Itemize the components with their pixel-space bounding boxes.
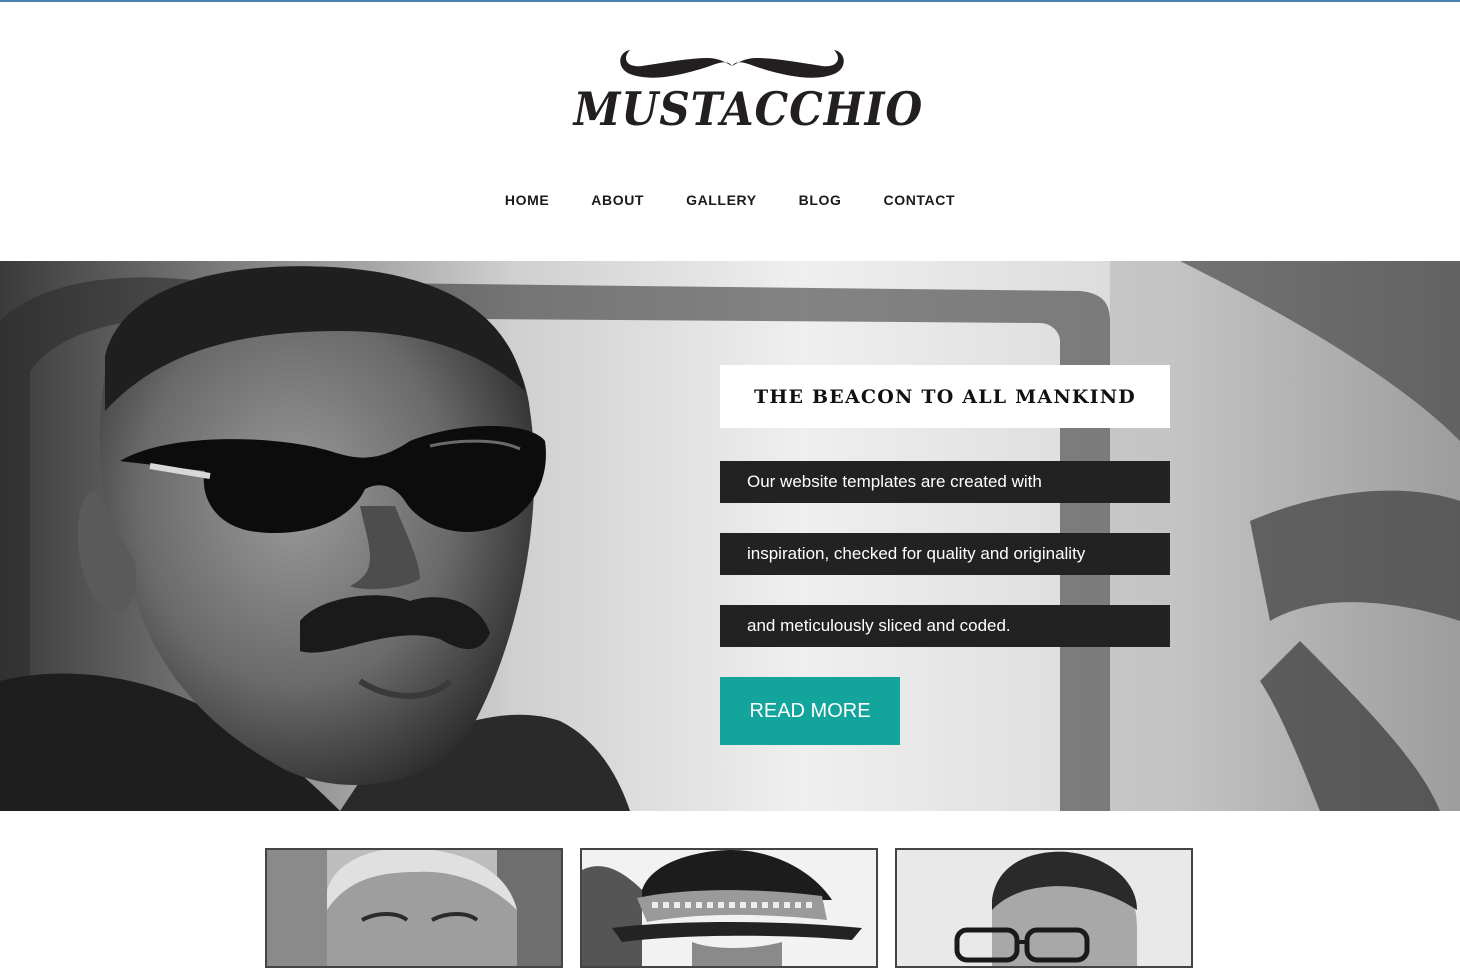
nav-item-about[interactable]: ABOUT (591, 192, 644, 208)
hero-banner: THE BEACON TO ALL MANKIND Our website te… (0, 261, 1460, 811)
portrait-image (267, 850, 561, 966)
hero-title-box: THE BEACON TO ALL MANKIND (720, 365, 1170, 428)
nav-item-blog[interactable]: BLOG (799, 192, 842, 208)
hero-text-line-3: and meticulously sliced and coded. (720, 605, 1170, 647)
portrait-image (582, 850, 876, 966)
nav-item-contact[interactable]: CONTACT (884, 192, 956, 208)
brand-name: MUSTACCHIO (573, 82, 924, 136)
nav-item-home[interactable]: HOME (505, 192, 549, 208)
brand-logo[interactable]: MUSTACCHIO (560, 44, 924, 144)
site-header: MUSTACCHIO HOME ABOUT GALLERY BLOG CONTA… (0, 2, 1460, 261)
hero-text-line-2: inspiration, checked for quality and ori… (720, 533, 1170, 575)
gallery-card-2[interactable] (580, 848, 878, 968)
gallery-card-1[interactable] (265, 848, 563, 968)
gallery-cards (0, 848, 1460, 968)
gallery-card-3[interactable] (895, 848, 1193, 968)
read-more-button[interactable]: READ MORE (720, 677, 900, 745)
portrait-image (897, 850, 1191, 966)
hero-text-line-1: Our website templates are created with (720, 461, 1170, 503)
nav-item-gallery[interactable]: GALLERY (686, 192, 757, 208)
main-nav: HOME ABOUT GALLERY BLOG CONTACT (0, 192, 1460, 210)
hero-title: THE BEACON TO ALL MANKIND (754, 385, 1136, 408)
